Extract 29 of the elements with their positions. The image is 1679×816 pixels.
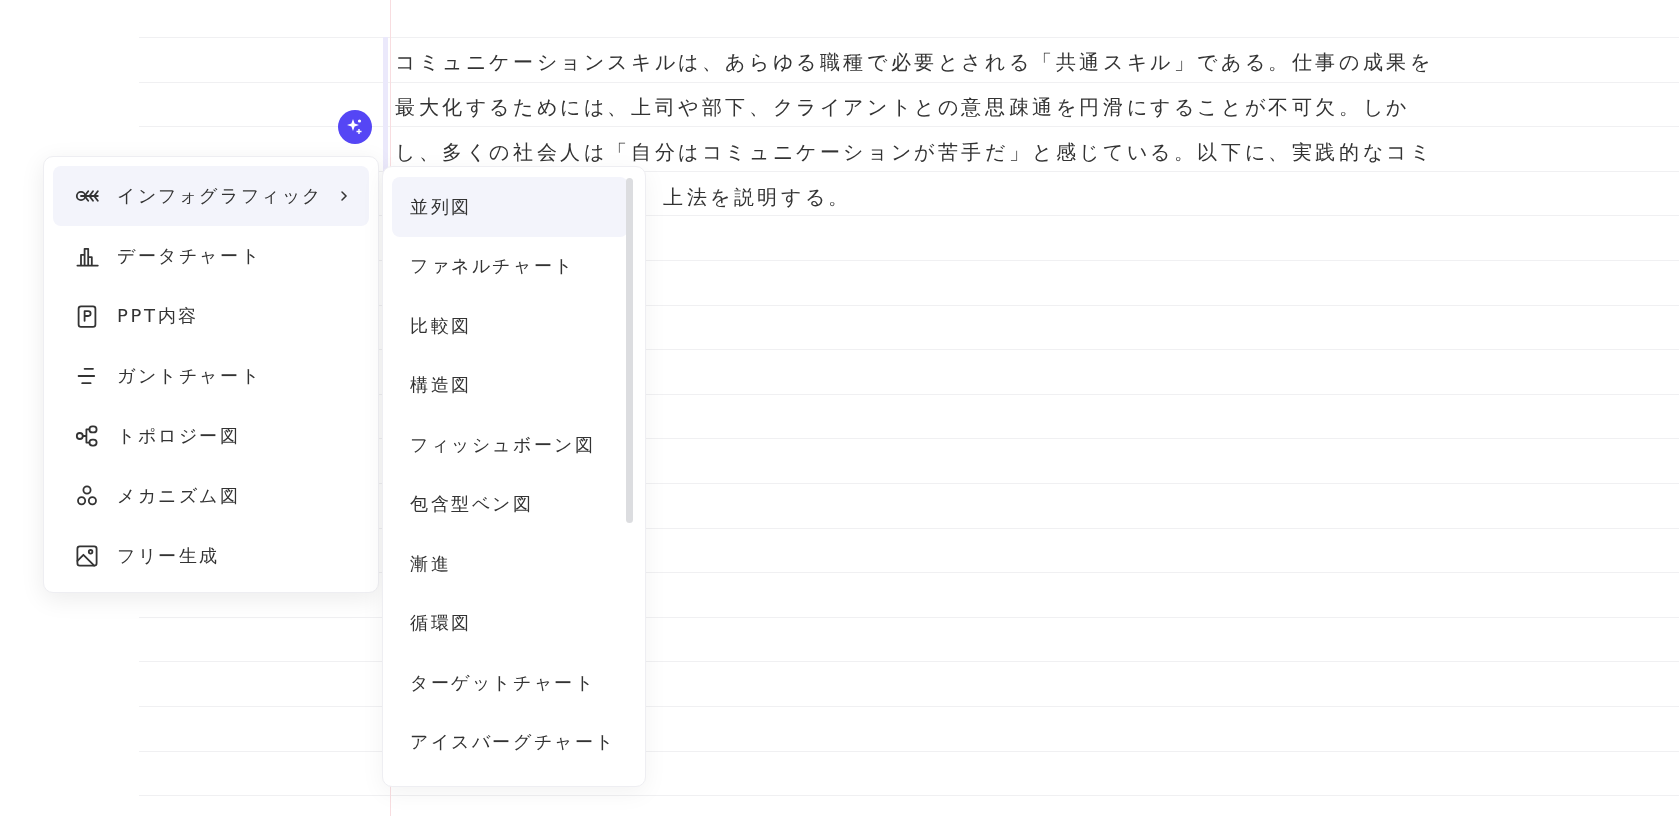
paragraph-line: コミュニケーションスキルは、あらゆる職種で必要とされる「共通スキル」である。仕事の成果を <box>395 49 1434 76</box>
three-circles-icon <box>75 484 99 508</box>
chevron-right-icon <box>339 190 349 202</box>
menu-item[interactable]: フリー生成 <box>53 526 369 586</box>
topology-icon <box>75 424 99 448</box>
image-icon <box>75 544 99 568</box>
paragraph-line: 最大化するためには、上司や部下、クライアントとの意思疎通を円滑にすることが不可欠。しか <box>395 94 1410 121</box>
submenu-item[interactable]: ファネルチャート <box>392 236 628 296</box>
scrollbar-thumb[interactable] <box>626 178 633 523</box>
menu-item[interactable]: メカニズム図 <box>53 466 369 526</box>
submenu-item[interactable]: 漸進 <box>392 534 628 594</box>
sparkle-icon <box>345 117 365 137</box>
menu-item[interactable]: トポロジー図 <box>53 406 369 466</box>
document-icon <box>75 304 99 328</box>
submenu-item[interactable]: 包含型ベン図 <box>392 474 628 534</box>
submenu-item[interactable]: アイスバーグチャート <box>392 712 628 772</box>
submenu-item[interactable]: 構造図 <box>392 355 628 415</box>
ai-assistant-button[interactable] <box>338 110 372 144</box>
menu-item[interactable]: インフォグラフィック <box>53 166 369 226</box>
paragraph-line: 上法を説明する。 <box>663 184 852 211</box>
submenu-item[interactable]: ターゲットチャート <box>392 653 628 713</box>
paragraph-line: し、多くの社会人は「自分はコミュニケーションが苦手だ」と感じている。以下に、実践的なコミ <box>395 139 1434 166</box>
submenu-item[interactable]: 並列図 <box>392 177 628 237</box>
submenu-item[interactable]: フィッシュボーン図 <box>392 415 628 475</box>
submenu-item[interactable]: 比較図 <box>392 296 628 356</box>
submenu-item[interactable]: 循環図 <box>392 593 628 653</box>
menu-item[interactable]: PPT内容 <box>53 286 369 346</box>
menu-item[interactable]: データチャート <box>53 226 369 286</box>
menu-item[interactable]: ガントチャート <box>53 346 369 406</box>
